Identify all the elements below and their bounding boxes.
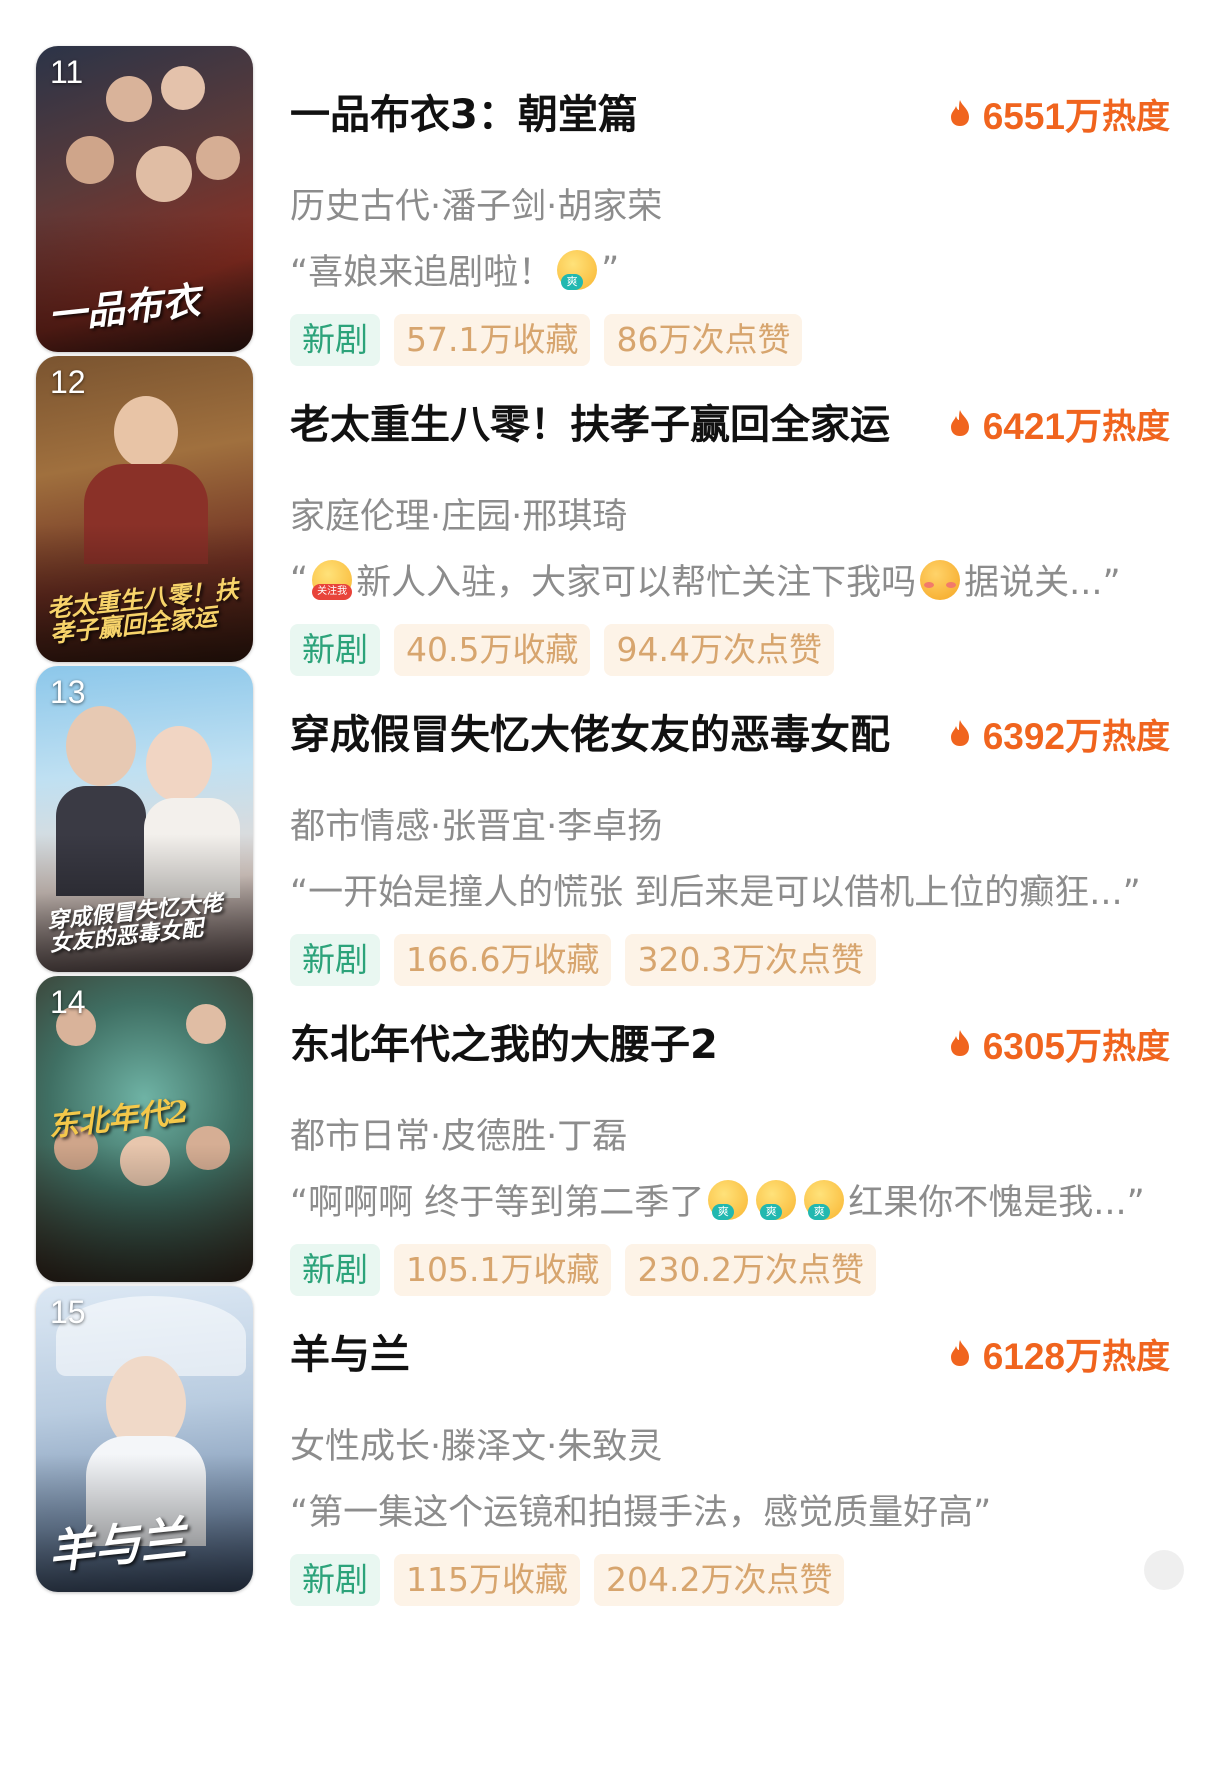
list-item[interactable]: 11 一品布衣 一品布衣3：朝堂篇 6551万 热度 历史古代·潘子剑·胡家荣 “… — [0, 38, 1206, 368]
heat-value: 6392万 — [982, 716, 1102, 757]
tag-row: 新剧 115万收藏 204.2万次点赞 — [290, 1554, 845, 1606]
comment-quote: “喜娘来追剧啦！ 爽 ” — [290, 244, 619, 295]
favorites-count: 115万收藏 — [394, 1554, 580, 1606]
quote-open: “ — [290, 559, 309, 600]
shuang-emoji-icon: 爽 — [706, 1178, 750, 1222]
drama-title[interactable]: 羊与兰 — [290, 1322, 410, 1380]
list-item[interactable]: 12 老太重生八零！扶孝子赢回全家运 老太重生八零！扶孝子赢回全家运 6421万… — [0, 348, 1206, 678]
flame-icon — [950, 1340, 969, 1366]
rank-number: 11 — [50, 54, 84, 90]
quote-text: “啊啊啊 终于等到第二季了 — [290, 1183, 705, 1223]
quote-text: 新人入驻，大家可以帮忙关注下我吗 — [356, 563, 917, 603]
comment-quote: “ 关注我 新人入驻，大家可以帮忙关注下我吗 据说关...” — [290, 554, 1121, 605]
heat-suffix: 热度 — [1102, 1026, 1170, 1067]
heat-value: 6305万 — [982, 1026, 1102, 1067]
heat-score: 6392万 热度 — [949, 706, 1170, 760]
blushing-heart-emoji-icon — [918, 558, 962, 602]
new-drama-tag: 新剧 — [290, 1554, 380, 1606]
assistive-touch-icon[interactable] — [1144, 1550, 1184, 1590]
shuang-emoji-icon: 爽 — [802, 1178, 846, 1222]
quote-end: ” — [601, 249, 620, 290]
heat-score: 6128万 热度 — [949, 1326, 1170, 1380]
comment-quote: “一开始是撞人的慌张 到后来是可以借机上位的癫狂...” — [290, 864, 1141, 915]
poster-image[interactable]: 14 东北年代2 — [36, 976, 253, 1282]
poster-image[interactable]: 12 老太重生八零！扶孝子赢回全家运 — [36, 356, 253, 662]
drama-title[interactable]: 一品布衣3：朝堂篇 — [290, 82, 638, 140]
flame-icon — [950, 1030, 969, 1056]
drama-title[interactable]: 穿成假冒失忆大佬女友的恶毒女配 — [290, 702, 890, 760]
quote-end: 据说关...” — [964, 563, 1121, 603]
poster-image[interactable]: 11 一品布衣 — [36, 46, 253, 352]
genre-cast: 历史古代·潘子剑·胡家荣 — [290, 187, 663, 227]
flame-icon — [950, 100, 969, 126]
rank-number: 12 — [50, 364, 86, 400]
drama-ranking-list: 11 一品布衣 一品布衣3：朝堂篇 6551万 热度 历史古代·潘子剑·胡家荣 “… — [0, 0, 1206, 1790]
drama-title[interactable]: 老太重生八零！扶孝子赢回全家运 — [290, 392, 890, 450]
comment-quote: “第一集这个运镜和拍摄手法，感觉质量好高” — [290, 1484, 991, 1535]
comment-quote: “啊啊啊 终于等到第二季了 爽 爽 爽 红果你不愧是我...” — [290, 1174, 1145, 1225]
quote-text: “第一集这个运镜和拍摄手法，感觉质量好高” — [290, 1493, 992, 1533]
quote-end: 红果你不愧是我...” — [848, 1183, 1145, 1223]
heat-value: 6421万 — [982, 406, 1102, 447]
shuang-emoji-icon: 爽 — [754, 1178, 798, 1222]
genre-cast: 家庭伦理·庄园·邢琪琦 — [290, 497, 628, 537]
poster-image[interactable]: 13 穿成假冒失忆大佬女友的恶毒女配 — [36, 666, 253, 972]
follow-me-emoji-icon: 关注我 — [310, 558, 354, 602]
heat-value: 6551万 — [982, 96, 1102, 137]
likes-count: 204.2万次点赞 — [594, 1554, 845, 1606]
genre-cast: 都市情感·张晋宜·李卓扬 — [290, 807, 663, 847]
drama-title[interactable]: 东北年代之我的大腰子2 — [290, 1012, 718, 1070]
heat-score: 6305万 热度 — [949, 1016, 1170, 1070]
poster-image[interactable]: 15 羊与兰 — [36, 1286, 253, 1592]
list-item[interactable]: 14 东北年代2 东北年代之我的大腰子2 6305万 热度 都市日常·皮德胜·丁磊… — [0, 968, 1206, 1298]
rank-number: 15 — [50, 1294, 86, 1330]
heat-suffix: 热度 — [1102, 1336, 1170, 1377]
heat-suffix: 热度 — [1102, 716, 1170, 757]
rank-number: 13 — [50, 674, 86, 710]
genre-cast: 都市日常·皮德胜·丁磊 — [290, 1117, 628, 1157]
quote-text: “喜娘来追剧啦！ — [290, 253, 554, 293]
genre-cast: 女性成长·滕泽文·朱致灵 — [290, 1427, 663, 1467]
heat-score: 6421万 热度 — [949, 396, 1170, 450]
flame-icon — [950, 410, 969, 436]
shuang-emoji-icon: 爽 — [555, 248, 599, 292]
heat-score: 6551万 热度 — [949, 86, 1170, 140]
list-item[interactable]: 13 穿成假冒失忆大佬女友的恶毒女配 穿成假冒失忆大佬女友的恶毒女配 6392万… — [0, 658, 1206, 988]
rank-number: 14 — [50, 984, 86, 1020]
heat-suffix: 热度 — [1102, 406, 1170, 447]
list-item[interactable]: 15 羊与兰 羊与兰 6128万 热度 女性成长·滕泽文·朱致灵 “第一集这个运镜… — [0, 1278, 1206, 1608]
flame-icon — [950, 720, 969, 746]
heat-value: 6128万 — [982, 1336, 1102, 1377]
quote-text: “一开始是撞人的慌张 到后来是可以借机上位的癫狂...” — [290, 873, 1141, 913]
heat-suffix: 热度 — [1102, 96, 1170, 137]
